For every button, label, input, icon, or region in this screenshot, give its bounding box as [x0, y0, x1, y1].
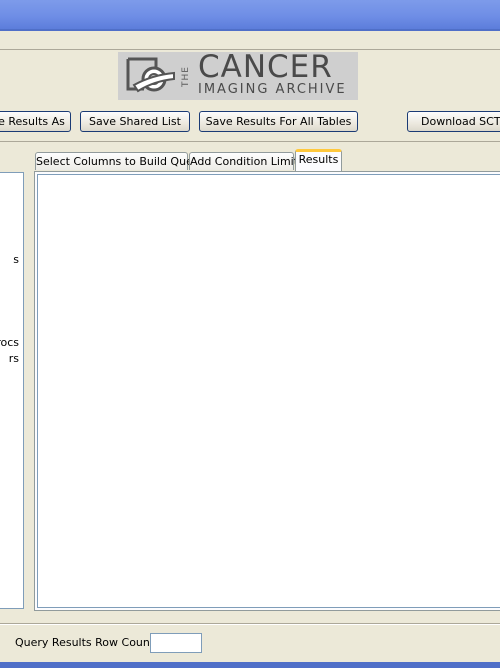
row-count-label: Query Results Row Count	[15, 636, 155, 649]
logo-subtitle-text: IMAGING ARCHIVE	[198, 82, 347, 97]
save-results-all-tables-button[interactable]: Save Results For All Tables	[199, 111, 358, 132]
cancer-imaging-archive-logo: THE CANCER IMAGING ARCHIVE	[118, 49, 358, 100]
left-list-item[interactable]: s	[13, 253, 19, 266]
download-sct-button[interactable]: Download SCT Im	[407, 111, 500, 132]
scanner-logo-icon	[122, 55, 178, 97]
logo-cancer-text: CANCER	[198, 49, 333, 85]
left-list-item[interactable]: rocs	[0, 336, 19, 349]
window-title-bar[interactable]	[0, 0, 500, 29]
window-bottom-border	[0, 662, 500, 668]
tab-select-columns[interactable]: Select Columns to Build Query	[35, 152, 204, 170]
save-shared-list-button[interactable]: Save Shared List	[80, 111, 190, 132]
tab-results[interactable]: Results	[295, 149, 342, 171]
tab-add-condition-limits[interactable]: Add Condition Limits	[189, 152, 304, 170]
footer-divider-light	[0, 624, 500, 625]
save-results-as-button[interactable]: e Results As	[0, 111, 71, 132]
left-list-item[interactable]: rs	[9, 352, 19, 365]
toolbar-divider	[0, 141, 500, 142]
logo-the-text: THE	[181, 66, 191, 88]
title-bar-edge	[0, 29, 500, 31]
left-list-panel[interactable]: s rocs rs	[0, 172, 24, 609]
results-table-area[interactable]	[37, 174, 500, 608]
results-tab-panel	[34, 171, 500, 611]
row-count-field[interactable]	[150, 633, 202, 653]
